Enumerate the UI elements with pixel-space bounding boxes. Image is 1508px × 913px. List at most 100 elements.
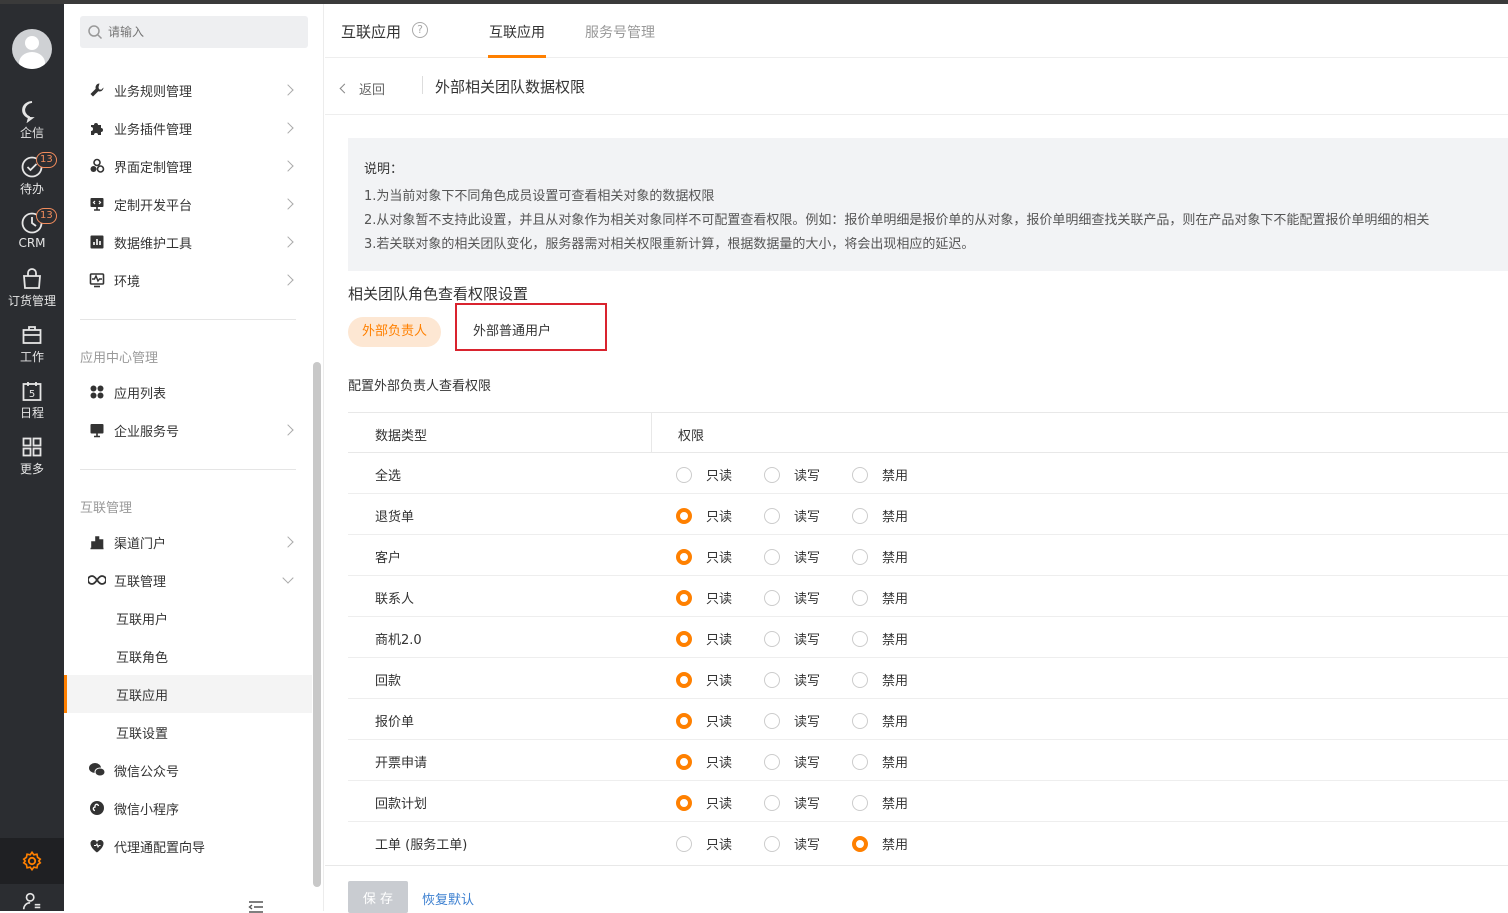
avatar[interactable] — [12, 29, 52, 69]
search-input[interactable] — [108, 22, 298, 42]
sidebar-item-environment[interactable]: 环境 — [64, 261, 312, 299]
radio-button[interactable] — [676, 753, 692, 770]
sidebar-item-business-rules[interactable]: 业务规则管理 — [64, 71, 312, 109]
sidebar-item-interconnect[interactable]: 互联管理 — [64, 561, 312, 599]
permission-option[interactable]: 读写 — [764, 711, 820, 730]
rail-item-schedule[interactable]: 5 日程 — [0, 379, 64, 435]
radio-button[interactable] — [676, 630, 692, 647]
radio-button[interactable] — [676, 794, 692, 811]
permission-option[interactable]: 禁用 — [852, 629, 908, 648]
permission-option[interactable]: 禁用 — [852, 793, 908, 812]
permission-option[interactable]: 只读 — [676, 670, 732, 689]
permission-option[interactable]: 禁用 — [852, 506, 908, 525]
radio-button[interactable] — [764, 794, 780, 811]
permission-option[interactable]: 禁用 — [852, 670, 908, 689]
radio-button[interactable] — [764, 507, 780, 524]
sidebar-item-app-list[interactable]: 应用列表 — [64, 373, 312, 411]
radio-button[interactable] — [764, 466, 780, 483]
rail-settings-active[interactable] — [0, 838, 64, 884]
permission-option[interactable]: 禁用 — [852, 465, 908, 484]
sidebar-item-mini-program[interactable]: 微信小程序 — [64, 789, 312, 827]
sidebar-search[interactable] — [80, 16, 308, 48]
radio-button[interactable] — [676, 589, 692, 606]
permission-option[interactable]: 读写 — [764, 588, 820, 607]
radio-button[interactable] — [676, 712, 692, 729]
sidebar-subitem-settings[interactable]: 互联设置 — [64, 713, 312, 751]
radio-button[interactable] — [852, 835, 868, 852]
radio-button[interactable] — [852, 630, 868, 647]
radio-button[interactable] — [852, 712, 868, 729]
permission-option[interactable]: 读写 — [764, 506, 820, 525]
radio-button[interactable] — [764, 835, 780, 852]
rail-item-work[interactable]: 工作 — [0, 323, 64, 379]
table-row: 报价单 只读 读写 禁用 — [348, 699, 1508, 740]
permission-option[interactable]: 只读 — [676, 793, 732, 812]
radio-button[interactable] — [852, 671, 868, 688]
radio-button[interactable] — [676, 835, 692, 852]
sidebar-subitem-users[interactable]: 互联用户 — [64, 599, 312, 637]
rail-item-crm[interactable]: CRM 13 — [0, 208, 64, 267]
radio-button[interactable] — [764, 671, 780, 688]
rail-item-todo[interactable]: 待办 13 — [0, 152, 64, 211]
radio-button[interactable] — [764, 589, 780, 606]
sidebar-item-plugins[interactable]: 业务插件管理 — [64, 109, 312, 147]
permission-option[interactable]: 只读 — [676, 465, 732, 484]
sidebar-subitem-apps[interactable]: 互联应用 — [64, 675, 312, 713]
sidebar-item-channel-portal[interactable]: 渠道门户 — [64, 523, 312, 561]
tab-interconnect-apps[interactable]: 互联应用 — [489, 22, 545, 42]
sidebar-item-ui-custom[interactable]: 界面定制管理 — [64, 147, 312, 185]
restore-default-link[interactable]: 恢复默认 — [422, 889, 474, 908]
sidebar-item-service-account[interactable]: 企业服务号 — [64, 411, 312, 449]
permission-option[interactable]: 只读 — [676, 547, 732, 566]
permission-option[interactable]: 禁用 — [852, 752, 908, 771]
radio-button[interactable] — [764, 630, 780, 647]
save-button[interactable]: 保 存 — [348, 881, 408, 913]
help-icon[interactable]: ? — [412, 22, 428, 38]
permission-option[interactable]: 读写 — [764, 670, 820, 689]
rail-item-qixin[interactable]: 企信 — [0, 99, 64, 155]
radio-button[interactable] — [852, 589, 868, 606]
radio-button[interactable] — [852, 794, 868, 811]
permission-option[interactable]: 读写 — [764, 834, 820, 853]
permission-option[interactable]: 只读 — [676, 834, 732, 853]
radio-button[interactable] — [852, 466, 868, 483]
radio-button[interactable] — [852, 507, 868, 524]
radio-button[interactable] — [676, 466, 692, 483]
sidebar-item-wechat-official[interactable]: 微信公众号 — [64, 751, 312, 789]
permission-option[interactable]: 只读 — [676, 629, 732, 648]
back-button[interactable]: 返回 — [339, 79, 385, 98]
permission-option[interactable]: 只读 — [676, 752, 732, 771]
permission-option[interactable]: 禁用 — [852, 834, 908, 853]
radio-button[interactable] — [852, 548, 868, 565]
permission-option[interactable]: 读写 — [764, 752, 820, 771]
radio-button[interactable] — [676, 507, 692, 524]
sidebar-subitem-roles[interactable]: 互联角色 — [64, 637, 312, 675]
permission-option[interactable]: 只读 — [676, 711, 732, 730]
permission-option[interactable]: 禁用 — [852, 588, 908, 607]
rail-item-order[interactable]: 订货管理 — [0, 267, 64, 323]
radio-button[interactable] — [764, 548, 780, 565]
sidebar-item-dev-platform[interactable]: 定制开发平台 — [64, 185, 312, 223]
role-tab-external-owner[interactable]: 外部负责人 — [348, 317, 442, 347]
radio-button[interactable] — [764, 712, 780, 729]
pulse-icon — [88, 271, 106, 289]
radio-button[interactable] — [676, 548, 692, 565]
user-settings-icon[interactable] — [21, 890, 43, 912]
radio-button[interactable] — [676, 671, 692, 688]
permission-option[interactable]: 只读 — [676, 506, 732, 525]
sidebar-scrollbar[interactable] — [313, 362, 321, 887]
tab-service-accounts[interactable]: 服务号管理 — [585, 22, 655, 42]
rail-item-more[interactable]: 更多 — [0, 435, 64, 491]
permission-option[interactable]: 读写 — [764, 629, 820, 648]
permission-option[interactable]: 读写 — [764, 547, 820, 566]
permission-option[interactable]: 禁用 — [852, 547, 908, 566]
radio-button[interactable] — [764, 753, 780, 770]
collapse-sidebar-icon[interactable] — [248, 901, 264, 913]
sidebar-item-agent-wizard[interactable]: 代理通配置向导 — [64, 827, 312, 865]
sidebar-item-data-tools[interactable]: 数据维护工具 — [64, 223, 312, 261]
permission-option[interactable]: 禁用 — [852, 711, 908, 730]
radio-button[interactable] — [852, 753, 868, 770]
permission-option[interactable]: 只读 — [676, 588, 732, 607]
permission-option[interactable]: 读写 — [764, 793, 820, 812]
permission-option[interactable]: 读写 — [764, 465, 820, 484]
